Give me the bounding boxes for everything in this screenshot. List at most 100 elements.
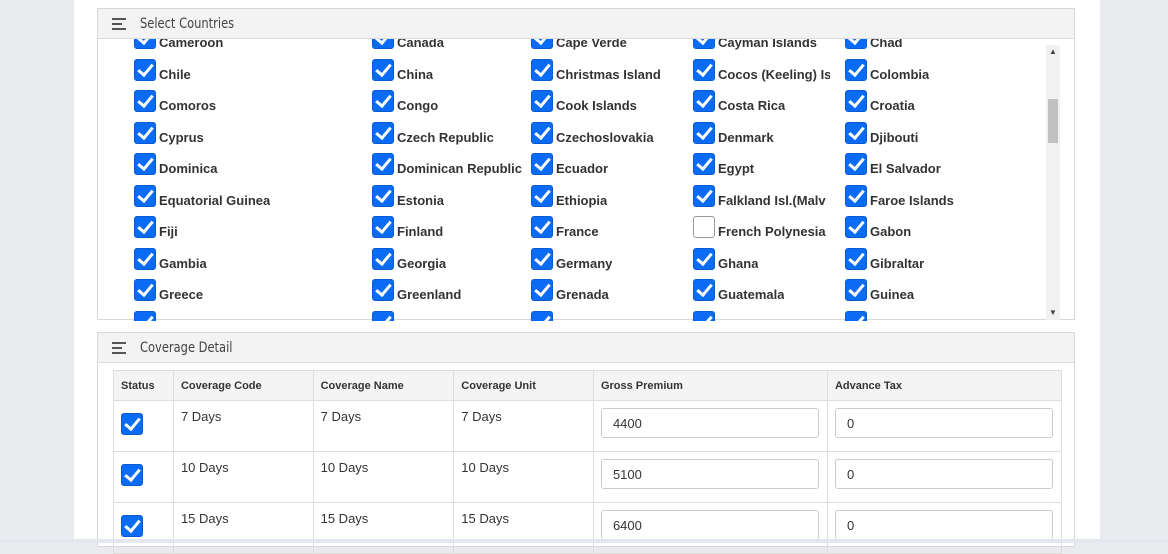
- country-checkbox[interactable]: [372, 122, 394, 144]
- country-checkbox[interactable]: [693, 153, 715, 175]
- triangle-down-icon[interactable]: ▼: [1046, 306, 1060, 320]
- country-label: Colombia: [870, 67, 930, 82]
- scroll-thumb[interactable]: [1048, 99, 1058, 143]
- advance-tax-input[interactable]: [834, 459, 1053, 489]
- table-row: 10 Days 10 Days 10 Days: [113, 451, 1063, 503]
- advance-tax-input[interactable]: [834, 408, 1053, 438]
- country-label: Chile: [159, 67, 191, 82]
- country-checkbox[interactable]: [134, 39, 156, 49]
- list-icon: [112, 17, 126, 30]
- country-checkbox[interactable]: [531, 216, 553, 238]
- triangle-up-icon[interactable]: ▲: [1046, 45, 1060, 59]
- advance-tax-input[interactable]: [834, 510, 1053, 540]
- country-checkbox[interactable]: [845, 279, 867, 301]
- country-checkbox[interactable]: [693, 90, 715, 112]
- select-countries-header: Select Countries: [98, 9, 1074, 39]
- coverage-name-cell: 15 Days: [312, 502, 455, 554]
- country-checkbox[interactable]: [134, 185, 156, 207]
- country-label: Fiji: [159, 224, 178, 239]
- country-checkbox[interactable]: [693, 216, 715, 238]
- select-countries-panel: Select Countries Cameroon Canada Cape Verd…: [97, 8, 1075, 321]
- gross-premium-input[interactable]: [600, 510, 819, 540]
- country-label: Georgia: [397, 256, 447, 271]
- country-checkbox[interactable]: [531, 279, 553, 301]
- country-checkbox[interactable]: [693, 122, 715, 144]
- gross-premium-input[interactable]: [600, 459, 819, 489]
- country-checkbox[interactable]: [134, 279, 156, 301]
- country-label: Ghana: [718, 256, 759, 271]
- country-label: Croatia: [870, 98, 915, 113]
- country-checkbox[interactable]: [845, 122, 867, 144]
- coverage-name-cell: 10 Days: [312, 451, 455, 503]
- country-checkbox[interactable]: [845, 248, 867, 270]
- country-label: Cook Islands: [556, 98, 637, 113]
- country-checkbox[interactable]: [531, 311, 553, 321]
- country-label: Costa Rica: [718, 98, 786, 113]
- country-checkbox[interactable]: [845, 59, 867, 81]
- bottom-edge: [0, 539, 1168, 543]
- country-label: Cocos (Keeling) Is: [718, 67, 830, 82]
- country-checkbox[interactable]: [372, 311, 394, 321]
- advance-tax-cell: [826, 400, 1063, 452]
- country-checkbox[interactable]: [372, 279, 394, 301]
- country-label: Finland: [397, 224, 444, 239]
- status-checkbox[interactable]: [121, 464, 143, 486]
- country-checkbox[interactable]: [845, 311, 867, 321]
- country-checkbox[interactable]: [845, 185, 867, 207]
- country-label: Congo: [397, 98, 439, 113]
- country-checkbox[interactable]: [531, 59, 553, 81]
- status-checkbox[interactable]: [121, 515, 143, 537]
- country-label: Chad: [870, 39, 903, 50]
- country-label: Egypt: [718, 161, 755, 176]
- country-checkbox[interactable]: [845, 153, 867, 175]
- coverage-code-cell: 10 Days: [172, 451, 314, 503]
- status-checkbox[interactable]: [121, 413, 143, 435]
- country-checkbox[interactable]: [372, 216, 394, 238]
- country-checkbox[interactable]: [134, 248, 156, 270]
- country-label: France: [556, 224, 599, 239]
- country-checkbox[interactable]: [134, 59, 156, 81]
- country-checkbox[interactable]: [531, 248, 553, 270]
- coverage-unit-cell: 7 Days: [453, 400, 594, 452]
- country-checkbox[interactable]: [693, 311, 715, 321]
- country-label: Greenland: [397, 287, 462, 302]
- country-checkbox[interactable]: [372, 185, 394, 207]
- country-checkbox[interactable]: [693, 185, 715, 207]
- country-checkbox[interactable]: [134, 90, 156, 112]
- country-checkbox[interactable]: [134, 311, 156, 321]
- country-label: Dominica: [159, 161, 218, 176]
- country-label: Djibouti: [870, 130, 919, 145]
- country-checkbox[interactable]: [372, 59, 394, 81]
- country-checkbox[interactable]: [531, 185, 553, 207]
- country-checkbox[interactable]: [531, 39, 553, 49]
- country-label: Canada: [397, 39, 444, 50]
- countries-scrollbar[interactable]: ▲ ▼: [1046, 45, 1060, 320]
- country-checkbox[interactable]: [134, 153, 156, 175]
- country-checkbox[interactable]: [693, 39, 715, 49]
- country-checkbox[interactable]: [372, 39, 394, 49]
- country-checkbox[interactable]: [531, 90, 553, 112]
- country-checkbox[interactable]: [531, 122, 553, 144]
- country-checkbox[interactable]: [134, 122, 156, 144]
- list-icon: [112, 341, 126, 354]
- country-checkbox[interactable]: [845, 216, 867, 238]
- country-checkbox[interactable]: [845, 39, 867, 49]
- country-checkbox[interactable]: [372, 90, 394, 112]
- country-label: Christmas Island: [556, 67, 661, 82]
- country-checkbox[interactable]: [134, 216, 156, 238]
- countries-list[interactable]: Cameroon Canada Cape Verde Cayman Islands Ch…: [98, 39, 1060, 321]
- country-label: Ethiopia: [556, 193, 608, 208]
- country-checkbox[interactable]: [372, 153, 394, 175]
- country-label: Grenada: [556, 287, 609, 302]
- country-checkbox[interactable]: [845, 90, 867, 112]
- country-checkbox[interactable]: [693, 248, 715, 270]
- table-row: 7 Days 7 Days 7 Days: [113, 400, 1063, 452]
- country-checkbox[interactable]: [531, 153, 553, 175]
- country-label: Estonia: [397, 193, 444, 208]
- country-checkbox[interactable]: [693, 59, 715, 81]
- gross-premium-input[interactable]: [600, 408, 819, 438]
- country-checkbox[interactable]: [693, 279, 715, 301]
- gross-premium-cell: [592, 400, 828, 452]
- country-checkbox[interactable]: [372, 248, 394, 270]
- country-label: Cyprus: [159, 130, 204, 145]
